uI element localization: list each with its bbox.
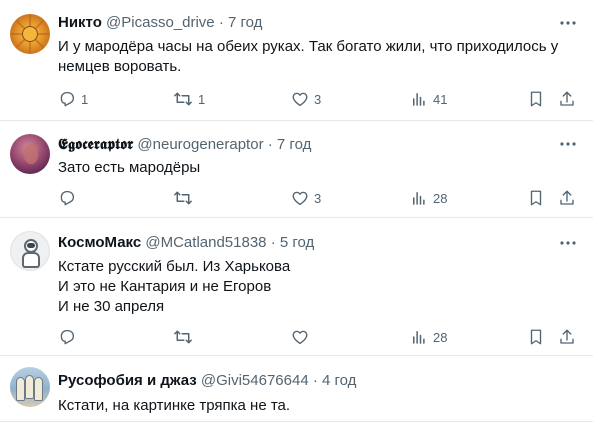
bookmark-icon — [530, 91, 542, 107]
tweet-header: Никто @Picasso_drive · 7 год — [58, 14, 262, 32]
tweet-text: Кстати, на картинке тряпка не та. — [58, 396, 578, 416]
views-icon — [413, 192, 425, 205]
like-count: 3 — [314, 190, 322, 206]
tweet-header: Русофобия и джаз @Givi54676644 · 4 год — [58, 372, 356, 390]
retweet-count: 1 — [198, 91, 206, 107]
tweet-text-line: И не 30 апреля — [58, 298, 165, 315]
timestamp[interactable]: 5 год — [280, 234, 314, 251]
tweet-text-line: И у мародёра часы на обеих руках. Так бо… — [58, 38, 559, 55]
tweet-text-line: немцев воровать. — [58, 58, 182, 75]
author-name[interactable]: 𝕰𝖌𝖔𝖈𝖊𝖗𝖆𝖕𝖙𝖔𝖗 — [58, 135, 133, 153]
retweet-button[interactable] — [173, 188, 198, 208]
author-name[interactable]: Русофобия и джаз — [58, 372, 197, 389]
tweet-text: Кстате русский был. Из Харькова И это не… — [58, 257, 578, 317]
retweet-icon — [174, 330, 192, 344]
avatar-decoration — [24, 144, 38, 164]
tweet-actions: 28 — [58, 327, 583, 347]
more-options-icon[interactable] — [559, 14, 577, 32]
reply-icon — [60, 190, 75, 206]
like-button[interactable]: 3 — [291, 89, 321, 109]
reply-count: 1 — [81, 91, 89, 107]
tweet-text-line: И это не Кантария и не Егоров — [58, 278, 272, 295]
more-options-icon[interactable] — [559, 234, 577, 252]
avatar-decoration — [22, 252, 40, 268]
tweet-text-line: Кстати, на картинке тряпка не та. — [58, 397, 291, 414]
like-button[interactable]: 3 — [291, 188, 321, 208]
bookmark-button[interactable] — [528, 89, 544, 109]
reply-button[interactable] — [58, 327, 81, 347]
share-button[interactable] — [558, 327, 576, 347]
reply-button[interactable]: 1 — [58, 89, 88, 109]
view-count: 28 — [433, 190, 448, 206]
avatar-decoration — [16, 377, 25, 401]
retweet-icon — [174, 92, 192, 106]
avatar-decoration — [34, 377, 43, 401]
avatar-decoration — [22, 26, 38, 42]
author-name[interactable]: КосмоМакс — [58, 234, 141, 251]
bookmark-icon — [530, 190, 542, 206]
bookmark-icon — [530, 329, 542, 345]
like-button[interactable] — [291, 327, 314, 347]
avatar-decoration — [27, 243, 35, 248]
avatar-decoration — [25, 375, 34, 399]
separator: · — [312, 372, 318, 389]
view-count: 28 — [433, 329, 448, 345]
separator: · — [267, 136, 273, 153]
retweet-button[interactable]: 1 — [173, 89, 205, 109]
retweet-icon — [174, 191, 192, 205]
tweet-text-line: Зато есть мародёры — [58, 159, 201, 176]
group-photo-avatar[interactable] — [10, 367, 50, 407]
timestamp[interactable]: 4 год — [322, 372, 356, 389]
separator: · — [218, 14, 224, 31]
timestamp[interactable]: 7 год — [277, 136, 311, 153]
bookmark-button[interactable] — [528, 327, 544, 347]
reply-icon — [60, 91, 75, 107]
more-options-icon[interactable] — [559, 135, 577, 153]
views-button[interactable]: 28 — [410, 327, 447, 347]
share-icon — [560, 91, 574, 106]
tweet-actions: 3 28 — [58, 188, 583, 208]
tweet[interactable]: КосмоМакс @MCatland51838 · 5 год Кстате … — [0, 218, 593, 356]
author-handle[interactable]: @neurogeneraptor — [137, 136, 263, 153]
author-handle[interactable]: @Givi54676644 — [201, 372, 309, 389]
share-button[interactable] — [558, 188, 576, 208]
retweet-button[interactable] — [173, 327, 198, 347]
tweet-text-line: Кстате русский был. Из Харькова — [58, 258, 291, 275]
abstract-purple-avatar[interactable] — [10, 134, 50, 174]
tweet-text: И у мародёра часы на обеих руках. Так бо… — [58, 37, 578, 77]
views-icon — [413, 93, 425, 106]
heart-icon — [292, 191, 308, 206]
author-handle[interactable]: @Picasso_drive — [106, 14, 215, 31]
astronaut-avatar[interactable] — [10, 231, 50, 271]
share-button[interactable] — [558, 89, 576, 109]
share-icon — [560, 190, 574, 205]
views-icon — [413, 331, 425, 344]
share-icon — [560, 329, 574, 344]
author-handle[interactable]: @MCatland51838 — [145, 234, 266, 251]
tweet-header: 𝕰𝖌𝖔𝖈𝖊𝖗𝖆𝖕𝖙𝖔𝖗 @neurogeneraptor · 7 год — [58, 135, 311, 154]
author-name[interactable]: Никто — [58, 14, 102, 31]
timestamp[interactable]: 7 год — [228, 14, 262, 31]
bookmark-button[interactable] — [528, 188, 544, 208]
separator: · — [270, 234, 276, 251]
view-count: 41 — [433, 91, 448, 107]
like-count: 3 — [314, 91, 322, 107]
views-button[interactable]: 28 — [410, 188, 447, 208]
heart-icon — [292, 330, 308, 345]
reply-icon — [60, 329, 75, 345]
tweet-header: КосмоМакс @MCatland51838 · 5 год — [58, 234, 314, 252]
tweet[interactable]: 𝕰𝖌𝖔𝖈𝖊𝖗𝖆𝖕𝖙𝖔𝖗 @neurogeneraptor · 7 год Зат… — [0, 121, 593, 218]
tweet-actions: 1 1 3 41 — [58, 89, 583, 109]
heart-icon — [292, 92, 308, 107]
sun-face-avatar[interactable] — [10, 14, 50, 54]
reply-button[interactable] — [58, 188, 81, 208]
tweet-text: Зато есть мародёры — [58, 158, 578, 178]
tweet[interactable]: Русофобия и джаз @Givi54676644 · 4 год К… — [0, 356, 593, 422]
tweet[interactable]: Никто @Picasso_drive · 7 год И у мародёр… — [0, 0, 593, 121]
views-button[interactable]: 41 — [410, 89, 447, 109]
